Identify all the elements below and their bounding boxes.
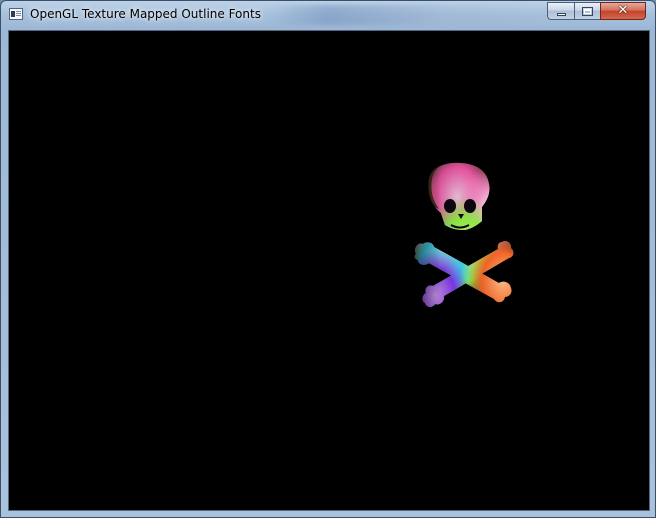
render-surface: [414, 162, 514, 307]
window-title: OpenGL Texture Mapped Outline Fonts: [30, 7, 261, 21]
application-window: OpenGL Texture Mapped Outline Fonts ✕: [0, 0, 656, 518]
close-button[interactable]: ✕: [600, 2, 646, 20]
opengl-canvas[interactable]: [8, 30, 650, 511]
caption-buttons: ✕: [547, 2, 651, 21]
app-icon[interactable]: [9, 8, 23, 20]
maximize-button[interactable]: [574, 2, 600, 20]
close-icon: ✕: [617, 3, 629, 18]
title-bar[interactable]: OpenGL Texture Mapped Outline Fonts ✕: [1, 1, 655, 29]
maximize-icon: [582, 7, 593, 16]
skull-crossbones-glyph: [414, 162, 514, 307]
minimize-button[interactable]: [547, 2, 574, 20]
minimize-icon: [557, 13, 566, 16]
title-bar-glass: [271, 5, 551, 25]
